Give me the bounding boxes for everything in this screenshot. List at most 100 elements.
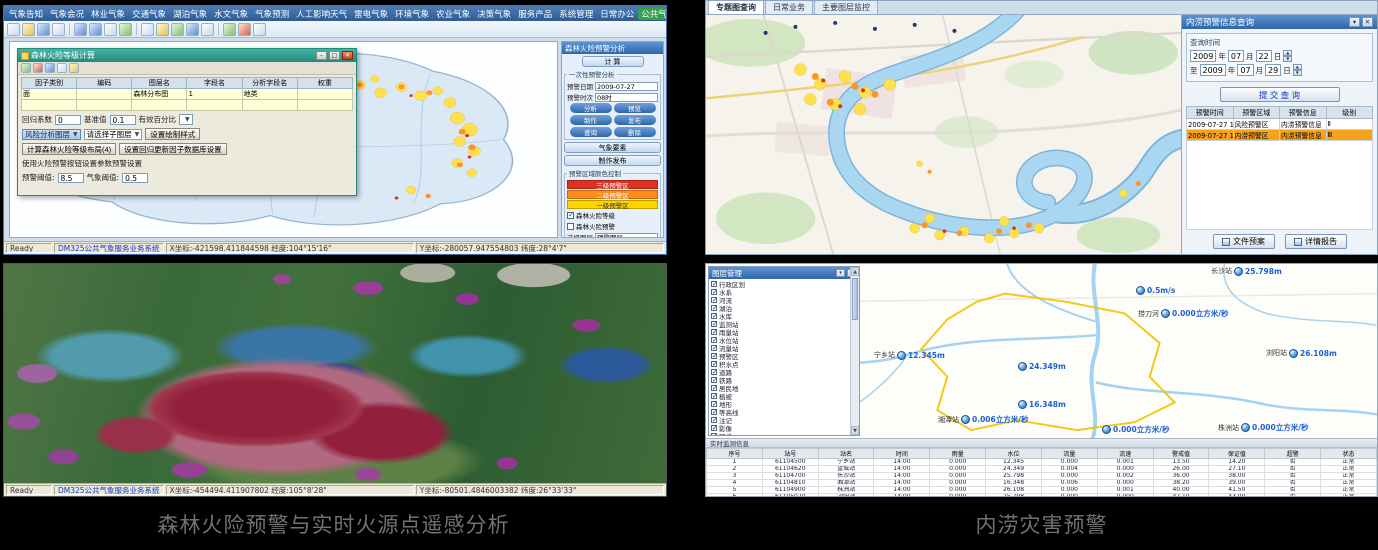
menu-item[interactable]: 湖泊气象	[170, 8, 210, 20]
end-year-input[interactable]: 2009	[1200, 64, 1226, 76]
menu-item[interactable]: 日常办公	[597, 8, 637, 20]
make-publish-button[interactable]: 制作发布	[564, 155, 661, 166]
calculate-button[interactable]: 计 算	[582, 56, 644, 67]
tab-daily-work[interactable]: 日常业务	[765, 0, 813, 14]
open-icon[interactable]	[22, 23, 35, 36]
end-month-input[interactable]: 07	[1237, 64, 1253, 76]
menu-item[interactable]: 公共气象服务网	[638, 8, 666, 20]
station-marker-icon[interactable]	[961, 415, 970, 424]
station-marker-icon[interactable]	[1241, 423, 1250, 432]
station-row[interactable]: 561104900株洲站14:000.00026.108 0.0000.0014…	[707, 487, 1377, 494]
add-icon[interactable]	[21, 63, 31, 73]
warning-row[interactable]: 2009-07-27 14时内涝预警区内涝预警信息Ⅲ	[1187, 130, 1373, 141]
met-threshold-input[interactable]: 0.5	[122, 173, 148, 183]
city-flood-map[interactable]	[706, 15, 1181, 254]
fire-grade-checkbox-row[interactable]: 森林火险等级	[567, 210, 658, 220]
checkbox-icon[interactable]	[711, 433, 717, 435]
fire-warning-checkbox-row[interactable]: 森林火险预警	[567, 221, 658, 231]
regression-input[interactable]: 0	[55, 115, 81, 125]
station-marker[interactable]: 株洲站0.000立方米/秒	[1218, 422, 1308, 433]
detail-report-button[interactable]: 详情报告	[1285, 234, 1347, 249]
menu-item[interactable]: 雷电气象	[351, 8, 391, 20]
warn-threshold-input[interactable]: 8.5	[58, 173, 84, 183]
refresh-icon[interactable]	[223, 23, 236, 36]
action-button[interactable]: 制作	[570, 115, 612, 125]
start-year-input[interactable]: 2009	[1190, 50, 1216, 62]
fire-risk-map[interactable]: 长沙市 森林火险等级计算 – □ ✕ 因子类别编码	[9, 41, 558, 238]
table-row[interactable]	[22, 100, 353, 111]
checkbox-icon[interactable]	[711, 313, 717, 319]
pan-icon[interactable]	[104, 23, 117, 36]
menu-item[interactable]: 系统管理	[556, 8, 596, 20]
scrollbar-thumb[interactable]	[852, 278, 858, 320]
warning-date-input[interactable]: 2009-07-27	[595, 82, 658, 91]
refresh-icon[interactable]	[57, 63, 67, 73]
checkbox-icon[interactable]	[711, 417, 717, 423]
station-marker-icon[interactable]	[1289, 349, 1298, 358]
station-marker-icon[interactable]	[1161, 309, 1170, 318]
tab-thematic-query[interactable]: 专题图查询	[708, 0, 764, 14]
checkbox-icon[interactable]	[711, 305, 717, 311]
checkbox-icon[interactable]	[567, 223, 574, 230]
checkbox-icon[interactable]	[711, 377, 717, 383]
identify-icon[interactable]	[156, 23, 169, 36]
checkbox-icon[interactable]	[711, 281, 717, 287]
action-button[interactable]: 发布	[614, 115, 656, 125]
percent-select[interactable]: ▼	[179, 114, 193, 125]
checkbox-icon[interactable]	[711, 353, 717, 359]
menu-item[interactable]: 水文气象	[211, 8, 251, 20]
layers-icon[interactable]	[186, 23, 199, 36]
station-marker-icon[interactable]	[897, 351, 906, 360]
station-marker-icon[interactable]	[1102, 425, 1111, 434]
panel-title-bar[interactable]: 内涝预警信息查询 ▾ ✕	[1182, 15, 1377, 29]
checkbox-icon[interactable]	[711, 409, 717, 415]
menu-item[interactable]: 农业气象	[433, 8, 473, 20]
base-input[interactable]: 0.1	[110, 115, 136, 125]
dialog-title-bar[interactable]: 森林火险等级计算 – □ ✕	[18, 49, 356, 62]
full-extent-icon[interactable]	[119, 23, 132, 36]
station-marker-icon[interactable]	[1018, 362, 1027, 371]
menu-item[interactable]: 林业气象	[88, 8, 128, 20]
sublayer-select[interactable]: 请选择子图层▼	[84, 129, 143, 140]
layer-panel-title-bar[interactable]: 图层管理 ▾ ✕	[709, 267, 859, 279]
layer-scrollbar[interactable]: ▲ ▼	[850, 267, 859, 435]
checkbox-icon[interactable]	[711, 425, 717, 431]
menu-item[interactable]: 人工影响天气	[293, 8, 350, 20]
save-icon[interactable]	[37, 23, 50, 36]
checkbox-icon[interactable]	[711, 321, 717, 327]
select-icon[interactable]	[141, 23, 154, 36]
settings-icon[interactable]	[238, 23, 251, 36]
station-marker[interactable]: 宁乡站12.345m	[874, 350, 945, 360]
calc-grade-button[interactable]: 计算森林火险等级布局(4)	[22, 143, 116, 155]
action-button[interactable]: 预览	[614, 103, 656, 113]
layer-select[interactable]: 风险分析图层▼	[22, 129, 81, 140]
menu-item[interactable]: 交通气象	[129, 8, 169, 20]
checkbox-icon[interactable]	[711, 369, 717, 375]
station-marker[interactable]: 24.349m	[1018, 362, 1066, 371]
station-marker[interactable]: 0.000立方米/秒	[1102, 424, 1169, 435]
station-marker[interactable]: 长沙站25.798m	[1211, 266, 1282, 276]
station-marker-icon[interactable]	[1018, 400, 1027, 409]
checkbox-icon[interactable]	[711, 337, 717, 343]
warning-row[interactable]: 2009-07-27 11时风险预警区内涝预警信息Ⅱ	[1187, 119, 1373, 130]
station-row[interactable]: 361104700长沙站14:000.00025.798 0.0000.0023…	[707, 473, 1377, 480]
checkbox-icon[interactable]	[711, 385, 717, 391]
station-row[interactable]: 161104500宁乡站14:000.00012.345 0.0000.0011…	[707, 459, 1377, 466]
warning-time-input[interactable]: 08时	[595, 93, 658, 102]
zoom-in-icon[interactable]	[74, 23, 87, 36]
action-button[interactable]: 查询	[570, 127, 612, 137]
collapse-icon[interactable]: ▾	[1349, 17, 1360, 27]
save-icon[interactable]	[45, 63, 55, 73]
station-marker-icon[interactable]	[1136, 286, 1145, 295]
date-spinner[interactable]: ▲▼	[1283, 50, 1292, 62]
station-marker[interactable]: 16.348m	[1018, 400, 1066, 409]
scroll-up-icon[interactable]: ▲	[851, 267, 859, 276]
checkbox-icon[interactable]	[711, 297, 717, 303]
end-day-input[interactable]: 29	[1265, 64, 1281, 76]
export-icon[interactable]	[69, 63, 79, 73]
new-icon[interactable]	[7, 23, 20, 36]
tab-layer-monitor[interactable]: 主要图层监控	[814, 0, 878, 14]
start-day-input[interactable]: 22	[1256, 50, 1272, 62]
measure-icon[interactable]	[171, 23, 184, 36]
menu-item[interactable]: 气象预测	[252, 8, 292, 20]
